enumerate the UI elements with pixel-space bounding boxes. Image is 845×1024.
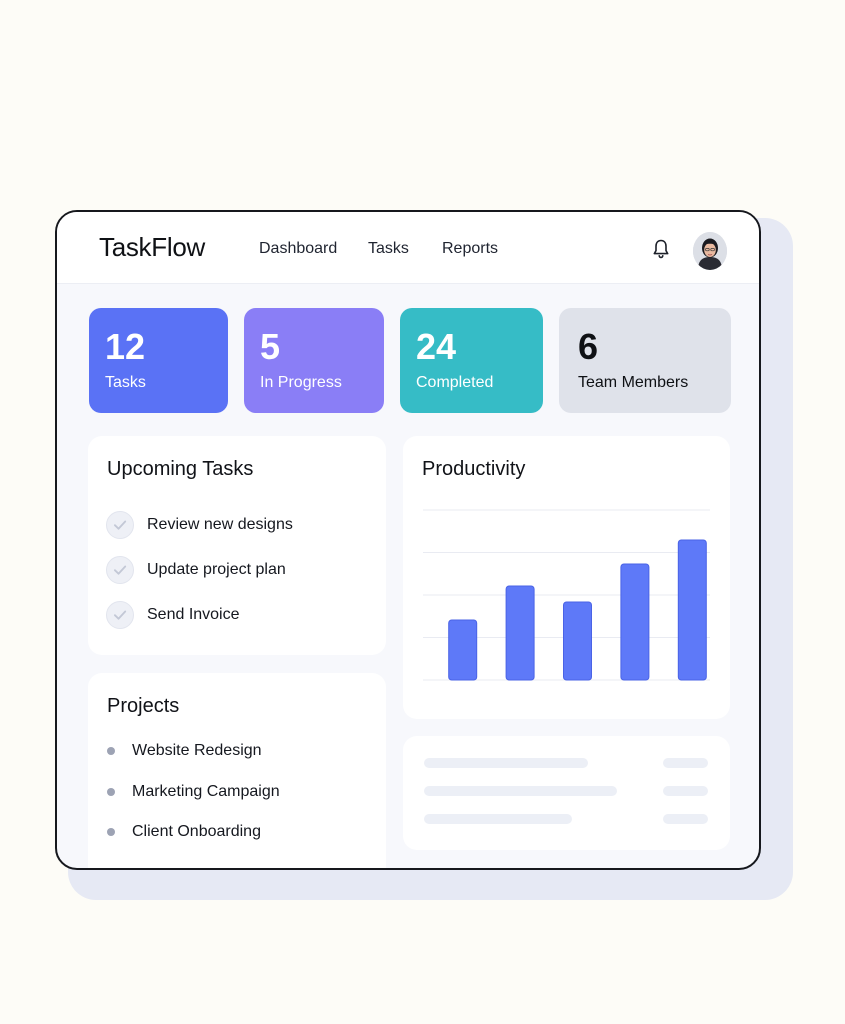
task-label: Review new designs — [147, 516, 293, 533]
app-window: TaskFlow Dashboard Tasks Reports 12 Task… — [55, 210, 761, 870]
skeleton-line — [663, 758, 708, 768]
app-logo[interactable]: TaskFlow — [99, 232, 205, 263]
task-item[interactable]: Review new designs — [106, 510, 366, 540]
project-label: Marketing Campaign — [132, 783, 280, 800]
task-label: Update project plan — [147, 561, 286, 578]
productivity-bar[interactable] — [563, 601, 592, 681]
productivity-card: Productivity — [403, 436, 730, 719]
skeleton-line — [424, 786, 617, 796]
stat-label: Tasks — [105, 374, 146, 391]
stat-card-tasks[interactable]: 12 Tasks — [89, 308, 228, 413]
project-item[interactable]: Client Onboarding — [107, 821, 367, 843]
project-label: Website Redesign — [132, 742, 262, 759]
productivity-bar[interactable] — [620, 563, 650, 681]
stat-value: 12 — [105, 326, 146, 367]
projects-title: Projects — [107, 695, 180, 717]
stat-value: 5 — [260, 326, 281, 367]
stat-value: 6 — [578, 326, 599, 367]
nav-reports[interactable]: Reports — [442, 240, 498, 258]
productivity-bar[interactable] — [677, 539, 707, 681]
upcoming-tasks-card: Upcoming Tasks Review new designs Update… — [88, 436, 386, 655]
upcoming-tasks-title: Upcoming Tasks — [107, 458, 254, 480]
task-item[interactable]: Send Invoice — [106, 600, 366, 630]
stat-label: In Progress — [260, 374, 342, 391]
skeleton-line — [424, 814, 572, 824]
stat-card-in-progress[interactable]: 5 In Progress — [244, 308, 384, 413]
project-item[interactable]: Marketing Campaign — [107, 781, 367, 803]
stat-card-completed[interactable]: 24 Completed — [400, 308, 543, 413]
nav-tasks[interactable]: Tasks — [368, 240, 409, 258]
productivity-bar[interactable] — [448, 619, 478, 681]
skeleton-line — [424, 758, 588, 768]
stat-label: Team Members — [578, 374, 689, 391]
bell-icon[interactable] — [651, 238, 671, 260]
bullet-dot-icon — [107, 828, 115, 836]
placeholder-card — [403, 736, 730, 850]
project-item[interactable]: Website Redesign — [107, 740, 367, 762]
skeleton-line — [663, 786, 708, 796]
bullet-dot-icon — [107, 788, 115, 796]
project-label: Client Onboarding — [132, 823, 261, 840]
stat-label: Completed — [416, 374, 494, 391]
bullet-dot-icon — [107, 747, 115, 755]
check-circle-icon[interactable] — [106, 556, 134, 584]
nav-dashboard[interactable]: Dashboard — [259, 240, 337, 258]
user-avatar[interactable] — [693, 232, 727, 270]
avatar-portrait-icon — [693, 232, 727, 270]
check-circle-icon[interactable] — [106, 601, 134, 629]
check-circle-icon[interactable] — [106, 511, 134, 539]
task-item[interactable]: Update project plan — [106, 555, 366, 585]
skeleton-line — [663, 814, 708, 824]
projects-card: Projects Website Redesign Marketing Camp… — [88, 673, 386, 868]
stat-value: 24 — [416, 326, 457, 367]
task-label: Send Invoice — [147, 606, 240, 623]
top-bar: TaskFlow Dashboard Tasks Reports — [57, 212, 759, 284]
productivity-chart — [423, 509, 710, 681]
stat-card-team-members[interactable]: 6 Team Members — [559, 308, 731, 413]
productivity-bar[interactable] — [505, 585, 535, 681]
